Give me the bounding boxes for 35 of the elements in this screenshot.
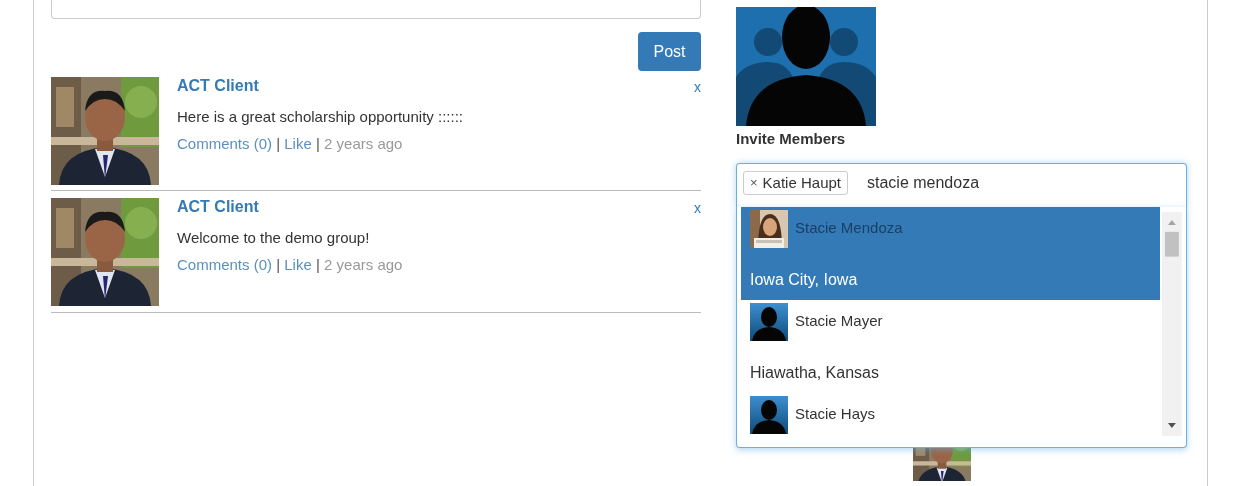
comments-link[interactable]: Comments (0) xyxy=(177,255,273,273)
timestamp: 2 years ago xyxy=(324,134,403,152)
tag-label: Katie Haupt xyxy=(762,172,841,193)
tag-chip[interactable]: × Katie Haupt xyxy=(743,170,848,195)
like-link[interactable]: Like xyxy=(284,255,312,273)
invite-label: Invite Members xyxy=(736,130,846,148)
suggestion-item[interactable]: Stacie Mendoza Iowa City, Iowa xyxy=(741,206,1161,300)
suggestion-item[interactable]: Stacie Hays xyxy=(741,392,1161,447)
separator: | xyxy=(316,255,320,273)
avatar-icon xyxy=(750,302,788,341)
avatar-icon xyxy=(750,395,788,434)
suggestion-name: Stacie Mendoza xyxy=(795,218,903,239)
post-field[interactable] xyxy=(51,0,701,19)
remove-icon[interactable]: × xyxy=(750,176,758,189)
post-text: Welcome to the demo group! xyxy=(177,229,370,247)
suggestion-name: Stacie Mayer xyxy=(795,311,883,332)
suggestion-item[interactable]: Stacie Mayer Hiawatha, Kansas xyxy=(741,299,1161,393)
separator: | xyxy=(316,134,320,152)
separator: | xyxy=(276,255,281,273)
close-button[interactable]: x xyxy=(694,80,701,95)
timestamp: 2 years ago xyxy=(324,255,403,273)
suggestion-location: Iowa City, Iowa xyxy=(750,269,858,290)
suggestion-location: Hiawatha, Kansas xyxy=(750,362,879,383)
separator: | xyxy=(276,134,281,152)
close-button[interactable]: x xyxy=(694,201,701,216)
post-button[interactable]: Post xyxy=(638,32,701,71)
group-icon xyxy=(736,7,876,126)
post-text: Here is a great scholarship opportunity :::::: xyxy=(177,108,463,126)
author-link[interactable]: ACT Client xyxy=(177,77,259,95)
author-link[interactable]: ACT Client xyxy=(177,198,259,216)
suggestion-name: Stacie Hays xyxy=(795,404,876,425)
tag-input-field[interactable]: × Katie Haupt stacie mendoza xyxy=(736,162,1187,207)
scrollbar[interactable] xyxy=(1162,210,1182,437)
like-link[interactable]: Like xyxy=(284,134,312,152)
comments-link[interactable]: Comments (0) xyxy=(177,134,273,152)
